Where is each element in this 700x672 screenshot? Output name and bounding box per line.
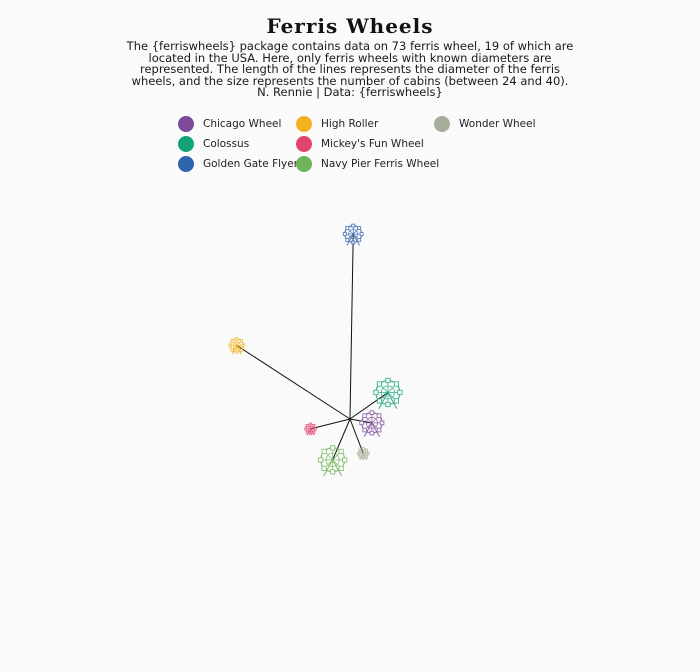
segment-mickey-s-fun-wheel xyxy=(310,418,351,430)
wheel-chicago-wheel xyxy=(359,410,385,437)
segment-golden-gate-flyer xyxy=(349,234,354,420)
wheel-high-roller xyxy=(228,337,245,355)
wheel-glyphs xyxy=(228,223,403,477)
chart-root: Ferris Wheels The {ferriswheels} package… xyxy=(0,0,700,672)
wheel-golden-gate-flyer xyxy=(342,223,364,246)
segment-high-roller xyxy=(236,345,351,420)
wheel-wonder-wheel xyxy=(357,447,370,461)
segment-lines xyxy=(236,234,389,461)
wheel-colossus xyxy=(373,377,403,409)
plot-area xyxy=(228,223,403,477)
wheel-navy-pier-ferris-wheel xyxy=(318,445,348,477)
wheel-mickey-s-fun-wheel xyxy=(304,422,317,436)
